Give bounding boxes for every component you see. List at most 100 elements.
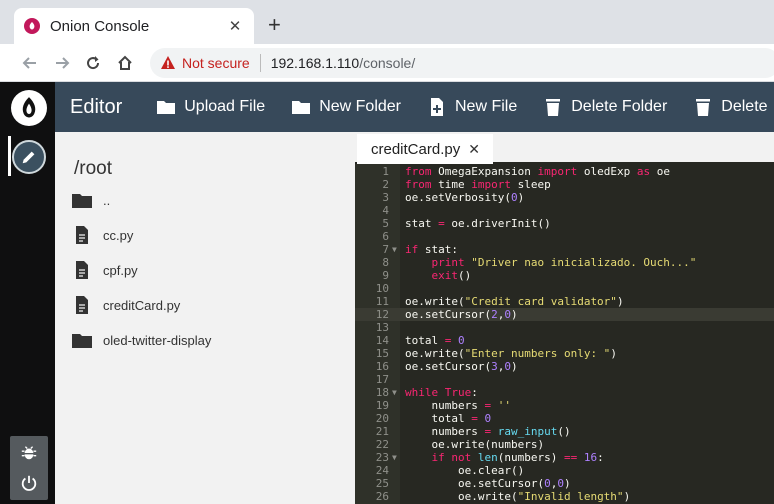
code-line[interactable]: 23 ▼ if not len(numbers) == 16: xyxy=(355,451,774,464)
line-number: 2 xyxy=(382,178,389,191)
editor-pencil-icon[interactable] xyxy=(12,140,46,174)
upload-file-button[interactable]: Upload File xyxy=(156,97,265,117)
onion-logo-icon[interactable] xyxy=(11,90,47,126)
code-text: numbers = raw_input() xyxy=(405,425,571,438)
onion-console-app: Editor Upload File New Folder New File D… xyxy=(0,82,774,504)
fold-arrow-icon[interactable]: ▼ xyxy=(392,451,397,464)
code-line[interactable]: 6 xyxy=(355,230,774,243)
file-list-item[interactable]: cpf.py xyxy=(71,258,138,282)
bug-icon[interactable] xyxy=(14,440,44,466)
code-text: from time import sleep xyxy=(405,178,551,191)
code-text: oe.write(numbers) xyxy=(405,438,545,451)
code-line[interactable]: 1 from OmegaExpansion import oledExp as o… xyxy=(355,165,774,178)
line-number: 19 xyxy=(375,399,389,412)
onion-favicon-icon xyxy=(24,18,40,34)
line-number: 5 xyxy=(382,217,389,230)
code-line[interactable]: 14 total = 0 xyxy=(355,334,774,347)
line-number: 20 xyxy=(375,412,389,425)
not-secure-label[interactable]: Not secure xyxy=(182,55,250,71)
line-number: 11 xyxy=(375,295,389,308)
back-arrow-icon[interactable] xyxy=(19,52,41,74)
reload-icon[interactable] xyxy=(82,52,104,74)
address-bar[interactable]: Not secure 192.168.1.110 /console/ xyxy=(150,48,774,78)
code-line[interactable]: 19 numbers = '' xyxy=(355,399,774,412)
code-text: if stat: xyxy=(405,243,458,256)
code-line[interactable]: 12 oe.setCursor(2,0) xyxy=(355,308,774,321)
code-line[interactable]: 16 oe.setCursor(3,0) xyxy=(355,360,774,373)
code-editor: creditCard.py ✕ 1 from OmegaExpansion imp… xyxy=(355,132,774,504)
code-line[interactable]: 21 numbers = raw_input() xyxy=(355,425,774,438)
folder-icon xyxy=(157,101,176,114)
editor-tab-bar: creditCard.py ✕ xyxy=(355,132,774,164)
code-line[interactable]: 25 oe.setCursor(0,0) xyxy=(355,477,774,490)
code-line[interactable]: 11 oe.write("Credit card validator") xyxy=(355,295,774,308)
code-text: numbers = '' xyxy=(405,399,511,412)
code-line[interactable]: 7 ▼ if stat: xyxy=(355,243,774,256)
new-folder-button[interactable]: New Folder xyxy=(291,97,401,117)
code-text: print "Driver nao inicializado. Ouch..." xyxy=(431,256,697,269)
browser-tab-title: Onion Console xyxy=(50,17,150,35)
fold-arrow-icon[interactable]: ▼ xyxy=(392,386,397,399)
code-text: while True: xyxy=(405,386,478,399)
active-app-marker xyxy=(8,136,11,176)
code-line[interactable]: 13 xyxy=(355,321,774,334)
editor-tab-label: creditCard.py xyxy=(371,140,461,158)
code-text: if not len(numbers) == 16: xyxy=(431,451,604,464)
url-path: /console/ xyxy=(359,55,416,71)
new-file-icon xyxy=(431,98,443,116)
code-line[interactable]: 8 print "Driver nao inicializado. Ouch..… xyxy=(355,256,774,269)
line-number: 25 xyxy=(375,477,389,490)
line-number: 23 xyxy=(375,451,389,464)
code-line[interactable]: 20 total = 0 xyxy=(355,412,774,425)
code-line[interactable]: 22 oe.write(numbers) xyxy=(355,438,774,451)
file-list-item[interactable]: oled-twitter-display xyxy=(71,328,211,352)
line-number: 26 xyxy=(375,490,389,503)
page-title: Editor xyxy=(70,95,123,118)
warning-icon xyxy=(161,56,175,69)
file-icon xyxy=(76,261,88,279)
line-number: 15 xyxy=(375,347,389,360)
folder-icon xyxy=(292,101,311,114)
tab-close-icon[interactable]: ✕ xyxy=(226,17,244,35)
line-number: 16 xyxy=(375,360,389,373)
left-sidebar xyxy=(0,82,55,504)
url-host: 192.168.1.110 xyxy=(270,55,360,71)
delete-button[interactable]: Delete xyxy=(693,97,768,117)
code-text: stat = oe.driverInit() xyxy=(405,217,551,230)
trash-icon xyxy=(696,99,711,116)
file-list-item[interactable]: creditCard.py xyxy=(71,293,180,317)
code-line[interactable]: 15 oe.write("Enter numbers only: ") xyxy=(355,347,774,360)
code-line[interactable]: 10 xyxy=(355,282,774,295)
code-line[interactable]: 4 xyxy=(355,204,774,217)
code-area[interactable]: 1 from OmegaExpansion import oledExp as o… xyxy=(355,165,774,504)
forward-arrow-icon[interactable] xyxy=(51,52,73,74)
new-tab-button[interactable]: + xyxy=(268,14,281,36)
line-number: 24 xyxy=(375,464,389,477)
line-number: 22 xyxy=(375,438,389,451)
delete-folder-button[interactable]: Delete Folder xyxy=(543,97,667,117)
code-line[interactable]: 24 oe.clear() xyxy=(355,464,774,477)
browser-tab[interactable]: Onion Console ✕ xyxy=(14,8,254,44)
code-line[interactable]: 5 stat = oe.driverInit() xyxy=(355,217,774,230)
code-line[interactable]: 3 oe.setVerbosity(0) xyxy=(355,191,774,204)
code-text: oe.setCursor(0,0) xyxy=(405,477,571,490)
file-list-item[interactable]: cc.py xyxy=(71,223,133,247)
code-line[interactable]: 17 xyxy=(355,373,774,386)
line-number: 14 xyxy=(375,334,389,347)
code-line[interactable]: 9 exit() xyxy=(355,269,774,282)
line-number: 17 xyxy=(375,373,389,386)
file-list-item[interactable]: .. xyxy=(71,188,110,212)
fold-arrow-icon[interactable]: ▼ xyxy=(392,243,397,256)
close-tab-icon[interactable]: ✕ xyxy=(468,141,480,158)
code-line[interactable]: 18 ▼ while True: xyxy=(355,386,774,399)
code-line[interactable]: 26 oe.write("Invalid length") xyxy=(355,490,774,503)
address-separator xyxy=(259,54,261,72)
home-icon[interactable] xyxy=(114,52,136,74)
code-line[interactable]: 2 from time import sleep xyxy=(355,178,774,191)
code-text: total = 0 xyxy=(405,412,492,425)
line-number: 10 xyxy=(375,282,389,295)
editor-tab[interactable]: creditCard.py ✕ xyxy=(357,134,493,164)
trash-icon xyxy=(546,99,561,116)
new-file-button[interactable]: New File xyxy=(427,97,517,117)
power-icon[interactable] xyxy=(14,470,44,496)
